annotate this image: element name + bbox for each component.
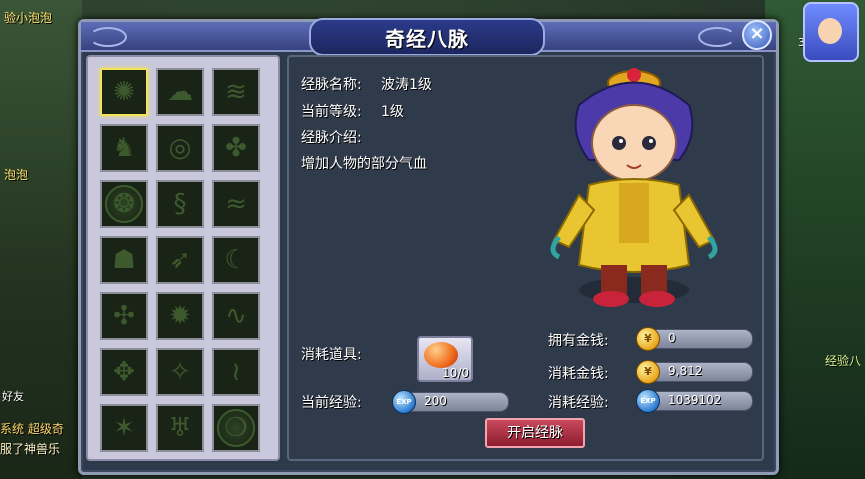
swirl-rune-icon: ◎ (168, 133, 192, 163)
meridian-cell[interactable]: ➶ (156, 236, 204, 284)
meridian-cell[interactable]: ◎ (156, 124, 204, 172)
bg-label-right: 经验八 (824, 354, 861, 368)
open-meridian-button[interactable]: 开启经脉 (485, 418, 585, 448)
tide-rune-icon: ≈ (225, 189, 247, 219)
item-count: 10/0 (442, 366, 469, 380)
beast-rune-icon: ♞ (112, 133, 136, 163)
level-value: 1级 (381, 104, 404, 120)
cost-exp-label: 消耗经验: (548, 395, 609, 411)
meridian-detail: 经脉名称: 波涛1级 当前等级: 1级 经脉介绍: 增加人物的部分气血 消耗道具… (287, 55, 764, 461)
crane-rune-icon: ✥ (113, 357, 135, 387)
meridian-cell[interactable]: ∿ (212, 292, 260, 340)
character-portrait (550, 68, 718, 307)
meridian-cell[interactable]: ❍ (212, 404, 260, 452)
owned-gold-label: 拥有金钱: (548, 333, 609, 349)
current-exp-value: 200 (424, 394, 447, 408)
cost-exp-bar: EXP 1039102 (636, 389, 753, 413)
meridian-cell[interactable]: ☾ (212, 236, 260, 284)
bg-player-name: 验小泡泡 (4, 11, 53, 25)
current-exp-bar: EXP 200 (392, 390, 509, 414)
close-button[interactable]: × (742, 20, 772, 50)
meridian-cell[interactable]: ≋ (212, 68, 260, 116)
meridian-cell[interactable]: ✧ (156, 348, 204, 396)
player-avatar[interactable] (803, 2, 859, 62)
knot-rune-icon: ✣ (113, 301, 135, 331)
meridian-cell[interactable]: ✤ (212, 124, 260, 172)
name-value: 波涛1级 (381, 77, 432, 93)
game-world-left (0, 0, 82, 479)
wave-rune-icon: ≋ (225, 77, 247, 107)
ornament-right-icon (698, 27, 736, 47)
meridian-cell[interactable]: ≀ (212, 348, 260, 396)
title-bar: 奇经八脉 × (81, 18, 776, 56)
meridian-cell[interactable]: ✶ (100, 404, 148, 452)
ornament-left-icon (89, 27, 127, 47)
name-label: 经脉名称: (301, 77, 362, 93)
meridian-cell[interactable]: ♞ (100, 124, 148, 172)
exp-icon: EXP (636, 389, 660, 413)
owned-gold-bar: ¥ 0 (636, 327, 753, 351)
owned-gold-value: 0 (668, 331, 676, 345)
cost-gold-bar: ¥ 9,812 (636, 360, 753, 384)
cloud-rune-icon: ☁ (167, 77, 193, 107)
friend-button[interactable]: 好友 (2, 388, 24, 404)
orb-rune-icon: ❂ (113, 189, 135, 219)
talon-rune-icon: ✶ (113, 413, 135, 443)
meridian-panel: 奇经八脉 × ✺ ☁ ≋ ♞ ◎ ✤ ❂ § ≈ ☗ ➶ ☾ ✣ ✹ ∿ ✥ ✧ ≀ ✶ ♅ ❍ 经脉名称: 波涛1级 … (78, 18, 779, 475)
flame-rune-icon: ✹ (169, 301, 191, 331)
meridian-cell[interactable]: ✥ (100, 348, 148, 396)
bg-label-left: 泡泡 (4, 168, 29, 182)
current-exp-label: 当前经验: (301, 395, 362, 411)
stream-rune-icon: ∿ (225, 301, 247, 331)
meridian-cell[interactable]: ✣ (100, 292, 148, 340)
horn-rune-icon: ♅ (168, 413, 192, 443)
cost-gold-value: 9,812 (668, 364, 703, 378)
meridian-cell[interactable]: ☗ (100, 236, 148, 284)
phoenix-rune-icon: ✤ (225, 133, 247, 163)
meridian-cell[interactable]: ❂ (100, 180, 148, 228)
gold-coin-icon: ¥ (636, 327, 660, 351)
fish-rune-icon: ➶ (169, 245, 191, 275)
red-orb-item-icon (424, 342, 458, 368)
chat-line-1: 系统 超级奇 (0, 422, 64, 436)
meridian-cell[interactable]: § (156, 180, 204, 228)
moon-rune-icon: ☾ (224, 245, 248, 275)
serpent-rune-icon: § (173, 189, 187, 219)
meridian-cell[interactable]: ☁ (156, 68, 204, 116)
cost-gold-label: 消耗金钱: (548, 366, 609, 382)
mask-rune-icon: ☗ (112, 245, 136, 275)
intro-text: 增加人物的部分气血 (301, 156, 427, 172)
cost-exp-value: 1039102 (668, 393, 722, 407)
panel-title: 奇经八脉 (309, 18, 545, 56)
meridian-grid: ✺ ☁ ≋ ♞ ◎ ✤ ❂ § ≈ ☗ ➶ ☾ ✣ ✹ ∿ ✥ ✧ ≀ ✶ ♅ ❍ (86, 55, 280, 461)
consume-item-slot[interactable]: 10/0 (417, 336, 473, 382)
spirit-rune-icon: ✧ (169, 357, 191, 387)
gold-coin-icon: ¥ (636, 360, 660, 384)
meridian-cell[interactable]: ≈ (212, 180, 260, 228)
river-rune-icon: ≀ (231, 357, 241, 387)
game-world-right (765, 0, 865, 479)
chat-line-2: 服了神兽乐 (0, 442, 61, 456)
meridian-cell[interactable]: ✹ (156, 292, 204, 340)
consume-item-label: 消耗道具: (301, 347, 362, 363)
intro-label: 经脉介绍: (301, 130, 362, 146)
exp-icon: EXP (392, 390, 416, 414)
level-label: 当前等级: (301, 104, 362, 120)
meridian-cell[interactable]: ✺ (100, 68, 148, 116)
meridian-cell[interactable]: ♅ (156, 404, 204, 452)
ring-rune-icon: ❍ (224, 413, 248, 443)
dragon-rune-icon: ✺ (113, 77, 135, 107)
